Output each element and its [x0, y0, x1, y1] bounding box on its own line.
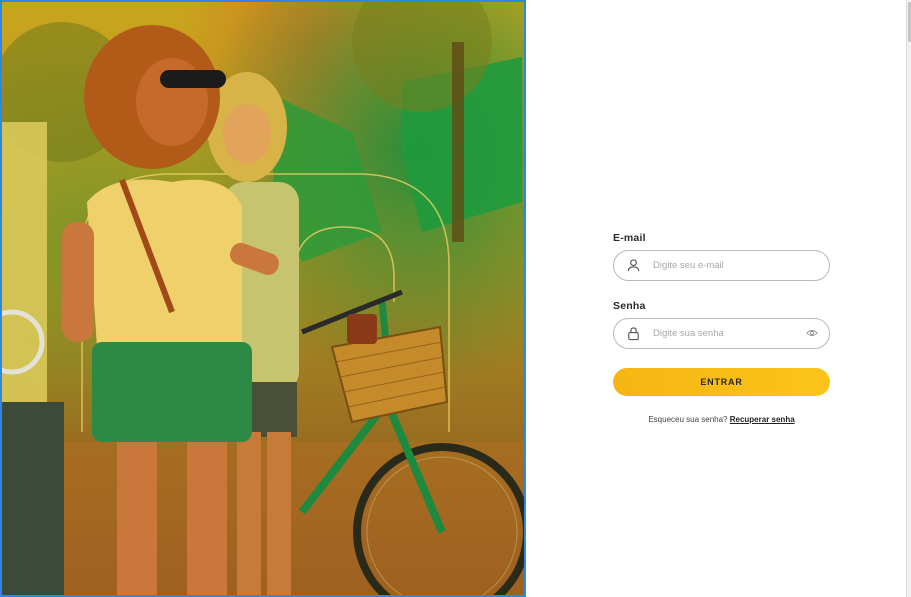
submit-button[interactable]: ENTRAR	[613, 368, 830, 396]
recover-password-link[interactable]: Recuperar senha	[730, 415, 795, 424]
email-group: E-mail	[613, 232, 830, 281]
forgot-password-line: Esqueceu sua senha? Recuperar senha	[613, 415, 830, 424]
user-icon	[627, 259, 640, 272]
login-page: E-mail Senha	[0, 0, 911, 597]
email-input[interactable]	[653, 255, 803, 275]
password-input[interactable]	[653, 323, 803, 343]
eye-icon[interactable]	[806, 328, 818, 338]
hero-image	[0, 0, 526, 597]
email-label: E-mail	[613, 232, 646, 244]
password-field[interactable]	[613, 318, 830, 349]
password-label: Senha	[613, 300, 646, 312]
forgot-password-text: Esqueceu sua senha?	[648, 415, 728, 424]
lock-icon	[628, 327, 639, 341]
login-form: E-mail Senha	[613, 232, 830, 424]
email-field[interactable]	[613, 250, 830, 281]
password-group: Senha	[613, 300, 830, 349]
scrollbar[interactable]	[906, 0, 911, 597]
hero-photo-illustration	[2, 2, 524, 595]
